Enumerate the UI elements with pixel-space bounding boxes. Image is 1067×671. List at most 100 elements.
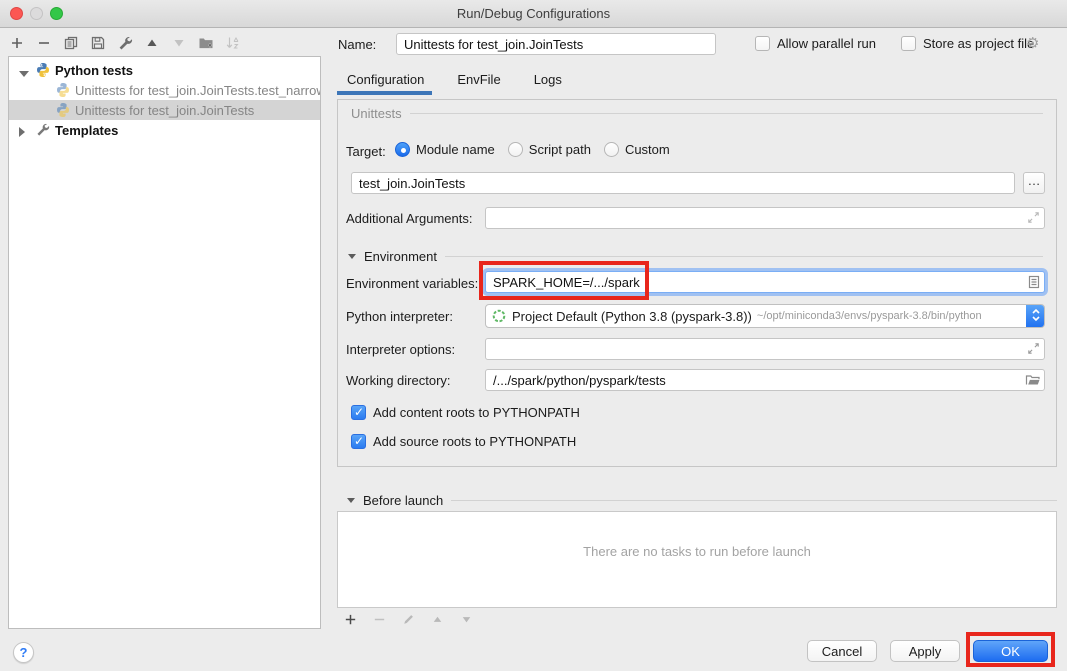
interpreter-options-input[interactable]: [485, 338, 1045, 360]
radio-custom[interactable]: [604, 142, 619, 157]
move-task-down-button[interactable]: [457, 610, 475, 628]
active-tab-underline: [337, 91, 432, 95]
edit-task-button[interactable]: [399, 610, 417, 628]
working-directory-input[interactable]: [485, 369, 1045, 391]
tab-configuration[interactable]: Configuration: [347, 70, 424, 89]
plus-icon: [9, 35, 25, 51]
arrow-up-icon: [144, 35, 160, 51]
tree-item-label: Unittests for test_join.JoinTests: [75, 103, 254, 118]
arrow-up-icon: [430, 612, 445, 627]
combo-stepper-button[interactable]: [1026, 304, 1045, 328]
templates-wrench-icon: [35, 122, 51, 138]
store-as-project-file-option[interactable]: Store as project file: [901, 36, 1034, 51]
add-source-roots-checkbox[interactable]: [351, 434, 366, 449]
radio-custom-label: Custom: [625, 142, 670, 157]
pencil-icon: [401, 612, 416, 627]
conda-environment-icon: [492, 309, 506, 323]
radio-module-name[interactable]: [395, 142, 410, 157]
python-interpreter-value: Project Default (Python 3.8 (pyspark-3.8…: [512, 309, 752, 324]
target-input[interactable]: [351, 172, 1015, 194]
collapse-arrow-icon[interactable]: [348, 254, 356, 259]
folder-icon[interactable]: [1025, 372, 1041, 388]
save-configuration-button[interactable]: [89, 34, 107, 52]
environment-section-label: Environment: [364, 249, 437, 264]
add-source-roots-label: Add source roots to PYTHONPATH: [373, 434, 576, 449]
sort-configurations-button[interactable]: [224, 34, 242, 52]
configurations-toolbar: [8, 31, 242, 55]
edit-templates-button[interactable]: [116, 34, 134, 52]
window-title: Run/Debug Configurations: [0, 6, 1067, 21]
expand-field-icon[interactable]: [1026, 210, 1042, 226]
add-content-roots-option[interactable]: Add content roots to PYTHONPATH: [351, 405, 580, 420]
environment-variables-label: Environment variables:: [346, 276, 478, 291]
radio-script-path[interactable]: [508, 142, 523, 157]
before-launch-toolbar: [341, 610, 475, 628]
plus-icon: [343, 612, 358, 627]
collapse-arrow-icon[interactable]: [347, 498, 355, 503]
unittests-section-header: Unittests: [351, 106, 1043, 121]
add-content-roots-label: Add content roots to PYTHONPATH: [373, 405, 580, 420]
ok-button[interactable]: OK: [973, 640, 1048, 662]
add-content-roots-checkbox[interactable]: [351, 405, 366, 420]
add-task-button[interactable]: [341, 610, 359, 628]
move-up-button[interactable]: [143, 34, 161, 52]
expand-arrow-icon[interactable]: [19, 125, 29, 135]
python-interpreter-path: ~/opt/miniconda3/envs/pyspark-3.8/bin/py…: [757, 310, 982, 322]
allow-parallel-run-option[interactable]: Allow parallel run: [755, 36, 876, 51]
tree-item-python-tests[interactable]: Python tests: [9, 60, 320, 80]
help-icon: ?: [20, 645, 28, 660]
configurations-tree: Python tests Unittests for test_join.Joi…: [8, 56, 321, 629]
tab-envfile[interactable]: EnvFile: [457, 70, 500, 89]
move-task-up-button[interactable]: [428, 610, 446, 628]
ellipsis-icon: …: [1028, 173, 1041, 188]
copy-configuration-button[interactable]: [62, 34, 80, 52]
expand-field-icon[interactable]: [1026, 341, 1042, 357]
tree-item-unittests-test-narrow[interactable]: Unittests for test_join.JoinTests.test_n…: [9, 80, 320, 100]
store-as-project-file-checkbox[interactable]: [901, 36, 916, 51]
python-interpreter-select[interactable]: Project Default (Python 3.8 (pyspark-3.8…: [485, 304, 1045, 328]
before-launch-section-label: Before launch: [363, 493, 443, 508]
collapse-arrow-icon[interactable]: [19, 65, 29, 75]
remove-configuration-button[interactable]: [35, 34, 53, 52]
before-launch-tasks-box: There are no tasks to run before launch: [337, 511, 1057, 608]
remove-task-button[interactable]: [370, 610, 388, 628]
store-as-project-file-label: Store as project file: [923, 36, 1034, 51]
tree-item-label: Unittests for test_join.JoinTests.test_n…: [75, 83, 320, 98]
python-tests-icon: [35, 62, 51, 78]
cancel-button[interactable]: Cancel: [807, 640, 877, 662]
copy-icon: [63, 35, 79, 51]
allow-parallel-run-label: Allow parallel run: [777, 36, 876, 51]
tree-item-label: Python tests: [55, 63, 133, 78]
tree-item-unittests-jointests[interactable]: Unittests for test_join.JoinTests: [9, 100, 320, 120]
edit-variables-list-icon[interactable]: [1026, 274, 1042, 290]
before-launch-section-header[interactable]: Before launch: [347, 493, 1057, 508]
radio-module-name-label: Module name: [416, 142, 495, 157]
minus-icon: [372, 612, 387, 627]
help-button[interactable]: ?: [13, 642, 34, 663]
new-folder-button[interactable]: [197, 34, 215, 52]
name-label: Name:: [338, 37, 376, 52]
environment-variables-input[interactable]: [485, 271, 1045, 293]
add-source-roots-option[interactable]: Add source roots to PYTHONPATH: [351, 434, 576, 449]
chevron-up-down-icon: [1030, 305, 1042, 328]
tab-logs[interactable]: Logs: [534, 70, 562, 89]
gear-icon[interactable]: ⚙: [1026, 34, 1039, 52]
tree-item-templates[interactable]: Templates: [9, 120, 320, 140]
unittests-section-label: Unittests: [351, 106, 402, 121]
unittests-group-box: Unittests Target: Module name Script pat…: [337, 99, 1057, 467]
add-configuration-button[interactable]: [8, 34, 26, 52]
target-label: Target:: [346, 144, 386, 159]
minus-icon: [36, 35, 52, 51]
arrow-down-icon: [459, 612, 474, 627]
wrench-icon: [117, 35, 133, 51]
name-input[interactable]: [396, 33, 716, 55]
interpreter-options-label: Interpreter options:: [346, 342, 455, 357]
additional-arguments-input[interactable]: [485, 207, 1045, 229]
move-down-button[interactable]: [170, 34, 188, 52]
allow-parallel-run-checkbox[interactable]: [755, 36, 770, 51]
environment-section-header[interactable]: Environment: [348, 249, 1043, 264]
python-test-icon: [55, 102, 71, 118]
save-icon: [90, 35, 106, 51]
browse-target-button[interactable]: …: [1023, 172, 1045, 194]
apply-button[interactable]: Apply: [890, 640, 960, 662]
